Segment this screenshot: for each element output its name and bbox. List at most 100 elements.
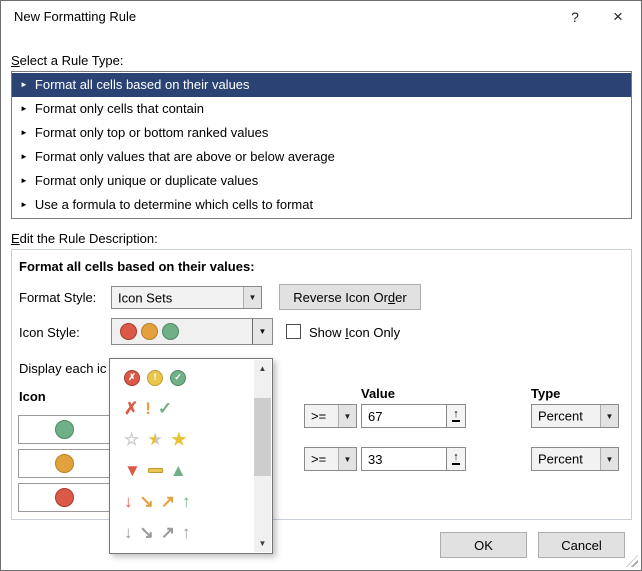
resize-grip[interactable] bbox=[626, 555, 638, 567]
gray-down-right-arrow-icon: ↘ bbox=[140, 524, 154, 541]
show-icon-only-label: Show Icon Only bbox=[309, 325, 400, 340]
chevron-down-icon: ▼ bbox=[600, 405, 618, 427]
chevron-down-icon: ▼ bbox=[338, 448, 356, 470]
rule-type-option[interactable]: ► Format only cells that contain bbox=[12, 97, 631, 121]
yellow-circle-icon bbox=[141, 323, 158, 340]
icon-set-option-arrows-gray[interactable]: ↓↘↗↑ bbox=[112, 517, 253, 548]
yellow-up-right-arrow-icon: ↗ bbox=[161, 493, 175, 510]
empty-star-icon: ☆ bbox=[124, 431, 139, 448]
red-circle-icon bbox=[55, 488, 74, 507]
format-style-label: Format Style: bbox=[19, 290, 96, 305]
icon-style-select[interactable]: ▼ bbox=[111, 318, 273, 345]
new-formatting-rule-dialog: New Formatting Rule ? × Select a Rule Ty… bbox=[0, 0, 642, 571]
help-button[interactable]: ? bbox=[554, 2, 596, 31]
rule-type-option-label: Format only values that are above or bel… bbox=[35, 149, 335, 164]
rule-type-option[interactable]: ► Format only unique or duplicate values bbox=[12, 169, 631, 193]
select-rule-type-label: Select a Rule Type: bbox=[11, 53, 124, 68]
red-down-arrow-icon: ↓ bbox=[124, 493, 133, 510]
collapse-dialog-button[interactable]: ↑ bbox=[446, 448, 465, 470]
icon-select-value bbox=[55, 416, 74, 443]
scroll-thumb[interactable] bbox=[254, 398, 271, 476]
icon-set-option-arrows-colored[interactable]: ↓ ↘ ↗ ↑ bbox=[112, 486, 253, 517]
collapse-dialog-button[interactable]: ↑ bbox=[446, 405, 465, 427]
rule-type-option[interactable]: ► Format only top or bottom ranked values bbox=[12, 121, 631, 145]
collapse-arrow-icon: ↑ bbox=[453, 410, 459, 419]
arrow-bullet-icon: ► bbox=[20, 80, 28, 89]
icon-set-option-stars[interactable]: ☆★★★ bbox=[112, 424, 253, 455]
value-field-row-2: ↑ bbox=[361, 447, 466, 471]
type-column-header: Type bbox=[531, 386, 560, 401]
gold-star-icon: ★ bbox=[171, 431, 186, 448]
icon-style-label: Icon Style: bbox=[19, 325, 80, 340]
scrollbar[interactable]: ▲ ▼ bbox=[254, 360, 271, 552]
value-field-row-1: ↑ bbox=[361, 404, 466, 428]
ok-button[interactable]: OK bbox=[440, 532, 527, 558]
yellow-dash-icon bbox=[148, 468, 163, 473]
show-icon-only-checkbox[interactable] bbox=[286, 324, 301, 339]
red-cross-circle-icon: ✗ bbox=[124, 370, 140, 386]
gray-down-arrow-icon: ↓ bbox=[124, 524, 133, 541]
rule-type-option-label: Format only cells that contain bbox=[35, 101, 204, 116]
arrow-bullet-icon: ► bbox=[20, 200, 28, 209]
display-rules-label: Display each ic bbox=[19, 361, 106, 376]
rule-description-panel: Format all cells based on their values: … bbox=[11, 249, 632, 520]
format-style-select[interactable]: Icon Sets ▼ bbox=[111, 286, 262, 309]
rule-type-option-label: Format only unique or duplicate values bbox=[35, 173, 258, 188]
value-input-row-1[interactable] bbox=[362, 405, 445, 427]
rule-description-heading: Format all cells based on their values: bbox=[19, 259, 255, 274]
rule-type-option[interactable]: ► Use a formula to determine which cells … bbox=[12, 193, 631, 217]
chevron-down-icon: ▼ bbox=[338, 405, 356, 427]
gray-up-arrow-icon: ↑ bbox=[182, 524, 191, 541]
type-select-row-1[interactable]: Percent ▼ bbox=[531, 404, 619, 428]
operator-select-row-1[interactable]: >= ▼ bbox=[304, 404, 357, 428]
rule-type-option[interactable]: ► Format only values that are above or be… bbox=[12, 145, 631, 169]
value-column-header: Value bbox=[361, 386, 395, 401]
close-icon[interactable]: × bbox=[596, 2, 640, 31]
icon-set-options: ✗!✓ ✗!✓ ☆★★★ ▼▲ ↓↘↗↑ ↓↘↗↑ bbox=[112, 362, 253, 551]
operator-select-row-2[interactable]: >= ▼ bbox=[304, 447, 357, 471]
value-input-row-2[interactable] bbox=[362, 448, 445, 470]
collapse-arrow-icon: ↑ bbox=[453, 453, 459, 462]
yellow-down-right-arrow-icon: ↘ bbox=[140, 493, 154, 510]
icon-set-option-symbols-circled[interactable]: ✗! ✓ bbox=[112, 362, 253, 393]
icon-select-value bbox=[55, 484, 74, 511]
type-select-row-2[interactable]: Percent ▼ bbox=[531, 447, 619, 471]
green-check-circle-icon: ✓ bbox=[170, 370, 186, 386]
collapse-bar-icon bbox=[452, 420, 460, 422]
icon-select-value bbox=[55, 450, 74, 477]
arrow-bullet-icon: ► bbox=[20, 104, 28, 113]
scroll-up-button[interactable]: ▲ bbox=[254, 360, 271, 377]
rule-type-option-selected[interactable]: ► Format all cells based on their values bbox=[12, 73, 631, 97]
red-cross-icon: ✗ bbox=[124, 400, 138, 417]
icon-style-value-icons bbox=[120, 319, 179, 344]
rule-type-option-label: Format all cells based on their values bbox=[35, 77, 250, 92]
reverse-icon-order-button[interactable]: Reverse Icon Order bbox=[279, 284, 421, 310]
red-circle-icon bbox=[120, 323, 137, 340]
scroll-down-button[interactable]: ▼ bbox=[254, 535, 271, 552]
red-down-triangle-icon: ▼ bbox=[124, 462, 141, 479]
rule-type-listbox: ►Format all cells based on their values … bbox=[11, 71, 632, 219]
icon-set-option-triangles[interactable]: ▼▲ bbox=[112, 455, 253, 486]
cancel-button[interactable]: Cancel bbox=[538, 532, 625, 558]
green-circle-icon bbox=[162, 323, 179, 340]
arrow-bullet-icon: ► bbox=[20, 176, 28, 185]
chevron-down-icon: ▼ bbox=[243, 287, 261, 308]
yellow-circle-icon bbox=[55, 454, 74, 473]
chevron-down-icon: ▼ bbox=[600, 448, 618, 470]
green-up-arrow-icon: ↑ bbox=[182, 493, 191, 510]
yellow-exclamation-icon: ! bbox=[145, 400, 151, 417]
icon-style-dropdown-button[interactable]: ▼ bbox=[252, 319, 272, 344]
arrow-bullet-icon: ► bbox=[20, 128, 28, 137]
rule-type-option-label: Format only top or bottom ranked values bbox=[35, 125, 268, 140]
yellow-exclamation-circle-icon: ! bbox=[147, 370, 163, 386]
format-style-value: Icon Sets bbox=[118, 290, 172, 305]
arrow-bullet-icon: ► bbox=[20, 152, 28, 161]
icon-column-header: Icon bbox=[19, 389, 46, 404]
half-star-icon: ★★ bbox=[146, 431, 164, 449]
rule-type-option-label: Use a formula to determine which cells t… bbox=[35, 197, 313, 212]
dialog-title: New Formatting Rule bbox=[14, 9, 136, 24]
green-up-triangle-icon: ▲ bbox=[170, 462, 187, 479]
green-check-icon: ✓ bbox=[158, 400, 172, 417]
icon-set-option-symbols[interactable]: ✗! ✓ bbox=[112, 393, 253, 424]
edit-rule-description-label: Edit the Rule Description: bbox=[11, 231, 158, 246]
